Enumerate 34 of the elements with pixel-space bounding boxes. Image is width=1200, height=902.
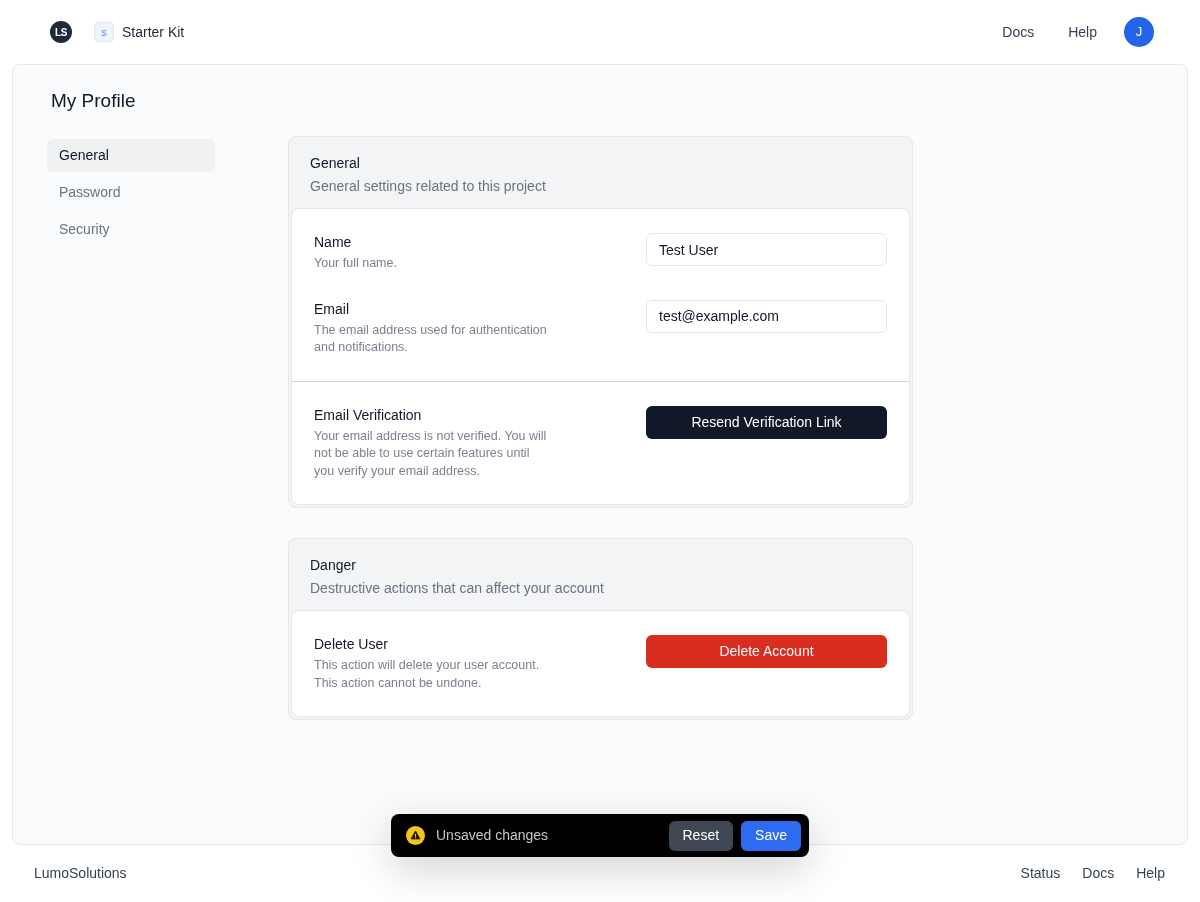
setting-description: Your email address is not verified. You will not be able to use certain features until you verify your email address. <box>314 427 548 480</box>
section-description: Destructive actions that can affect your account <box>310 579 604 598</box>
page-title: My Profile <box>51 89 136 113</box>
section-description: General settings related to this project <box>310 177 546 196</box>
text-input[interactable]: Test User <box>646 233 887 266</box>
footer-link[interactable]: Help <box>1136 863 1165 884</box>
section-title: General <box>310 154 360 173</box>
logo[interactable]: LS <box>50 21 72 43</box>
section-title: Danger <box>310 556 356 575</box>
sidebar-item[interactable]: Password <box>47 176 215 209</box>
resend-link-button[interactable]: Resend Verification Link <box>646 405 887 439</box>
setting-description: The email address used for authentication and notifications. <box>314 321 548 356</box>
project-name[interactable]: Starter Kit <box>122 21 185 43</box>
user-avatar[interactable]: J <box>1124 17 1154 47</box>
nav-link[interactable]: Help <box>1051 21 1114 43</box>
unsaved-message: Unsaved changes <box>436 826 549 845</box>
nav-link[interactable]: Docs <box>985 21 1052 43</box>
footer-link[interactable]: Docs <box>1082 863 1115 884</box>
sidebar-item[interactable]: Security <box>47 213 215 246</box>
setting-label: Delete User <box>314 635 388 653</box>
footer-link[interactable]: Status <box>1020 863 1061 884</box>
setting-description: This action will delete your user account. This action cannot be undone. <box>314 657 541 692</box>
footer-brand: LumoSolutions <box>34 864 127 883</box>
sidebar-item[interactable]: General <box>47 139 215 172</box>
setting-label: Email Verification <box>314 405 422 424</box>
setting-label: Name <box>314 233 352 251</box>
reset-button[interactable]: Reset <box>668 820 734 851</box>
save-button[interactable]: Save <box>741 820 801 851</box>
text-input[interactable]: test@example.com <box>646 299 887 333</box>
warning-icon <box>406 826 425 845</box>
setting-description: Your full name. <box>314 255 397 272</box>
delete-account-button[interactable]: Delete Account <box>646 635 887 668</box>
setting-label: Email <box>314 299 349 318</box>
project-badge: s <box>94 22 114 42</box>
